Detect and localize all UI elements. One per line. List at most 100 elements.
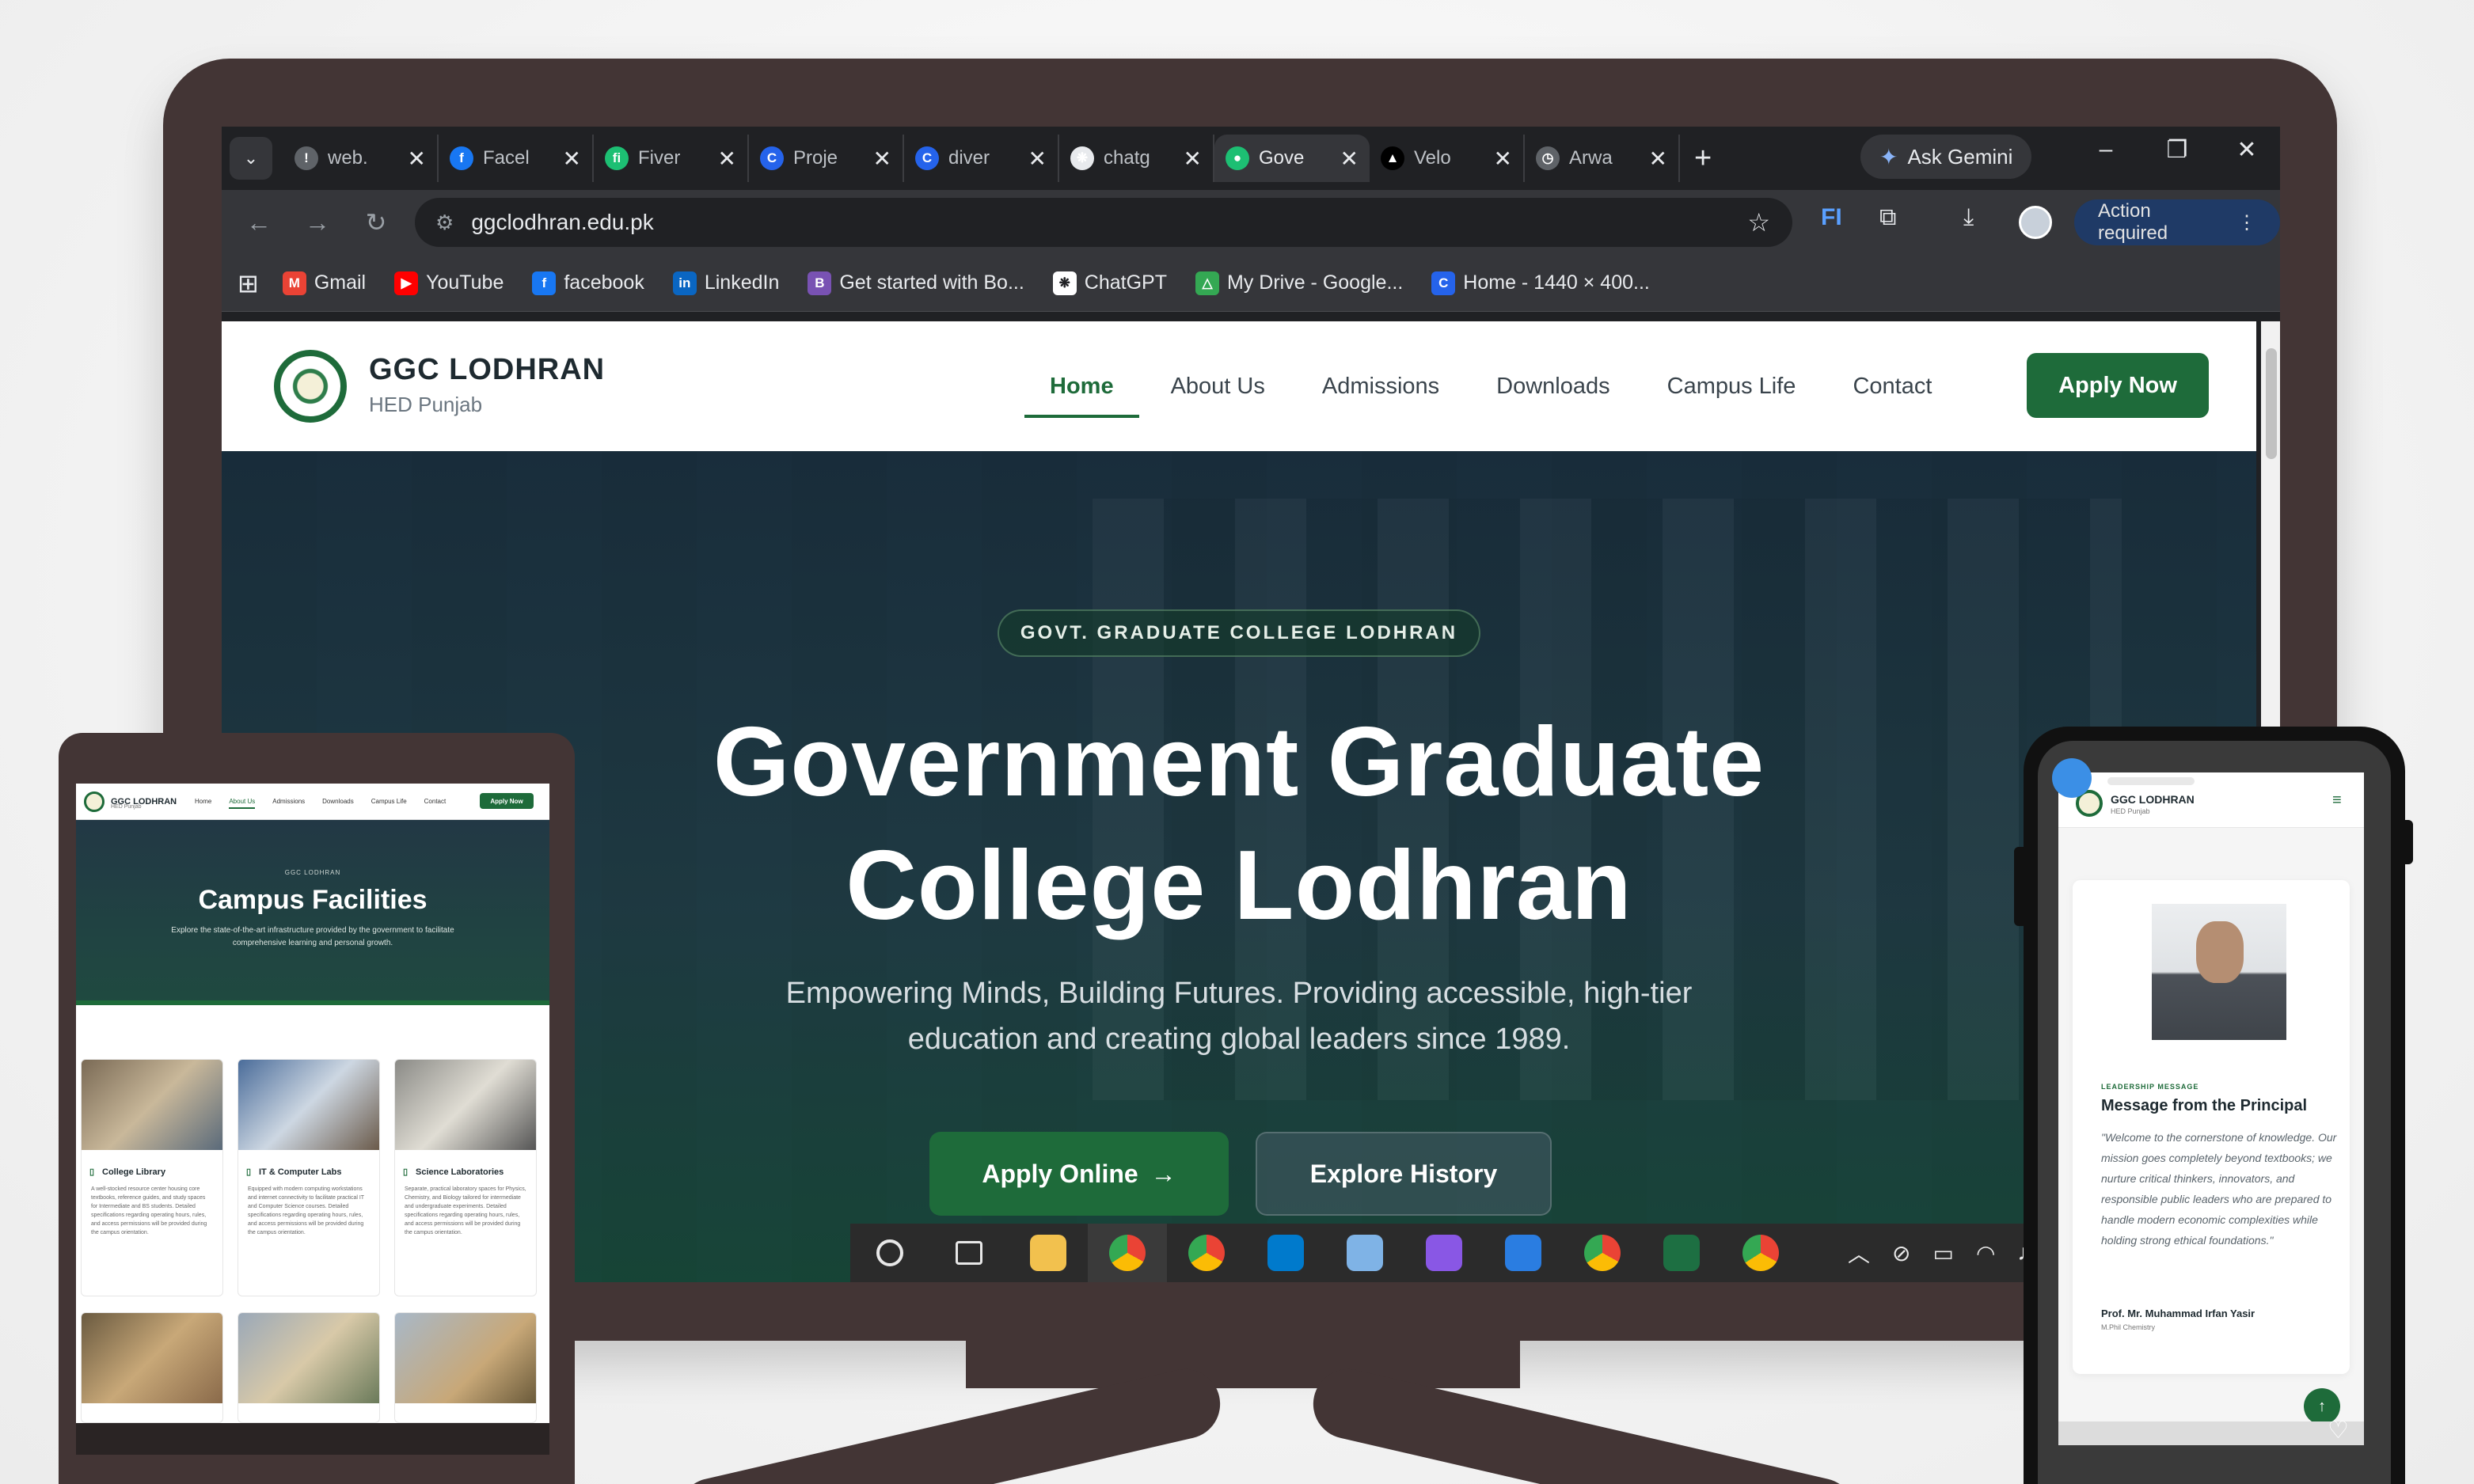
extensions-puzzle-icon[interactable]: ⧉ bbox=[1879, 204, 1896, 231]
tablet-nav-link-home[interactable]: Home bbox=[195, 798, 211, 809]
ask-gemini-button[interactable]: ✦ Ask Gemini bbox=[1860, 135, 2032, 179]
file-explorer-icon bbox=[1030, 1235, 1066, 1271]
apply-now-button[interactable]: Apply Now bbox=[2027, 353, 2209, 418]
address-bar[interactable]: ⚙ ggclodhran.edu.pk ☆ bbox=[415, 198, 1792, 247]
tablet-nav-link-campus-life[interactable]: Campus Life bbox=[371, 798, 407, 809]
browser-tab[interactable]: ● Gove ✕ bbox=[1214, 135, 1370, 182]
taskbar-app[interactable] bbox=[1009, 1224, 1088, 1282]
nav-link-admissions[interactable]: Admissions bbox=[1322, 321, 1439, 451]
tray-wifi-icon[interactable]: ◠ bbox=[1976, 1240, 1995, 1266]
canva-icon: C bbox=[1431, 271, 1456, 295]
phone-status-pill bbox=[2107, 777, 2195, 785]
action-required-button[interactable]: Action required ⋮ bbox=[2074, 199, 2280, 245]
forward-arrow-icon[interactable]: → bbox=[288, 208, 347, 237]
bookmark-star-icon[interactable]: ☆ bbox=[1747, 207, 1770, 237]
facility-card[interactable] bbox=[394, 1312, 537, 1423]
tray-camera-off-icon[interactable]: ⊘ bbox=[1892, 1240, 1910, 1266]
facility-photo bbox=[82, 1313, 222, 1403]
monitor-stand-neck bbox=[966, 1341, 1520, 1388]
taskbar-app[interactable] bbox=[850, 1224, 929, 1282]
tablet-nav-link-downloads[interactable]: Downloads bbox=[322, 798, 354, 809]
tablet-apply-now-button[interactable]: Apply Now bbox=[480, 793, 534, 809]
principal-message-title: Message from the Principal bbox=[2101, 1097, 2308, 1114]
tablet-logo[interactable] bbox=[84, 791, 105, 812]
profile-avatar[interactable] bbox=[2019, 206, 2052, 239]
nav-link-about-us[interactable]: About Us bbox=[1171, 321, 1265, 451]
facility-card[interactable] bbox=[81, 1312, 223, 1423]
tray-battery-icon[interactable]: ▭ bbox=[1932, 1240, 1953, 1266]
bookmark-item[interactable]: ▶ YouTube bbox=[394, 271, 504, 295]
back-arrow-icon[interactable]: ← bbox=[230, 208, 288, 237]
restore-icon[interactable]: ❐ bbox=[2153, 136, 2201, 164]
bookmark-item[interactable]: ❋ ChatGPT bbox=[1052, 271, 1167, 295]
tab-close-icon[interactable]: ✕ bbox=[1494, 146, 1512, 172]
taskbar-app[interactable] bbox=[1563, 1224, 1642, 1282]
download-icon[interactable]: ⤓ bbox=[1963, 204, 1974, 231]
taskbar-app[interactable] bbox=[929, 1224, 1009, 1282]
browser-tab[interactable]: ❋ chatg ✕ bbox=[1059, 135, 1214, 182]
taskbar-app[interactable] bbox=[1721, 1224, 1800, 1282]
nav-link-campus-life[interactable]: Campus Life bbox=[1667, 321, 1796, 451]
tab-close-icon[interactable]: ✕ bbox=[563, 146, 581, 172]
browser-tab[interactable]: ▲ Velo ✕ bbox=[1370, 135, 1525, 182]
explore-history-button[interactable]: Explore History bbox=[1256, 1132, 1552, 1216]
hamburger-menu-icon[interactable]: ≡ bbox=[2332, 791, 2342, 810]
taskbar-app[interactable] bbox=[1246, 1224, 1325, 1282]
bookmark-item[interactable]: C Home - 1440 × 400... bbox=[1431, 271, 1650, 295]
tablet-nav-link-contact[interactable]: Contact bbox=[424, 798, 447, 809]
nav-link-home[interactable]: Home bbox=[1024, 321, 1138, 451]
new-tab-plus-icon[interactable]: + bbox=[1694, 142, 1726, 176]
bookmark-item[interactable]: f facebook bbox=[532, 271, 644, 295]
browser-tab[interactable]: fi Fiver ✕ bbox=[594, 135, 749, 182]
tab-close-icon[interactable]: ✕ bbox=[408, 146, 426, 172]
youtube-icon: ▶ bbox=[394, 271, 419, 295]
browser-tab[interactable]: C Proje ✕ bbox=[749, 135, 904, 182]
tray-chevron-up-icon[interactable]: ︿ bbox=[1848, 1237, 1870, 1269]
apply-online-button[interactable]: Apply Online → bbox=[929, 1132, 1229, 1216]
taskbar-app[interactable] bbox=[1404, 1224, 1484, 1282]
heart-icon[interactable]: ♡ bbox=[2328, 1417, 2349, 1444]
taskbar-app[interactable] bbox=[1642, 1224, 1721, 1282]
chrome-icon bbox=[1584, 1235, 1621, 1271]
taskbar-app[interactable] bbox=[1167, 1224, 1246, 1282]
tab-search-chevron-icon[interactable]: ⌄ bbox=[230, 137, 272, 180]
facility-card[interactable] bbox=[238, 1312, 380, 1423]
tab-title: web. bbox=[328, 147, 368, 169]
taskbar-app[interactable] bbox=[1484, 1224, 1563, 1282]
tab-title: diver bbox=[948, 147, 990, 169]
taskbar-app[interactable] bbox=[1325, 1224, 1404, 1282]
apps-grid-icon[interactable]: ⊞ bbox=[238, 268, 259, 298]
scrollbar-thumb[interactable] bbox=[2266, 348, 2277, 459]
site-settings-icon[interactable]: ⚙ bbox=[435, 211, 454, 235]
taskbar-app[interactable] bbox=[1088, 1224, 1167, 1282]
tablet-nav-link-about-us[interactable]: About Us bbox=[229, 798, 256, 809]
tab-close-icon[interactable]: ✕ bbox=[1184, 146, 1202, 172]
tab-close-icon[interactable]: ✕ bbox=[873, 146, 891, 172]
chrome-profile-icon bbox=[1109, 1235, 1146, 1271]
tab-close-icon[interactable]: ✕ bbox=[718, 146, 736, 172]
facility-card[interactable]: College Library A well-stocked resource c… bbox=[81, 1059, 223, 1296]
browser-tab[interactable]: f Facel ✕ bbox=[439, 135, 594, 182]
phone-side-button bbox=[2014, 847, 2024, 926]
browser-tab[interactable]: ◷ Arwa ✕ bbox=[1525, 135, 1680, 182]
tab-close-icon[interactable]: ✕ bbox=[1649, 146, 1667, 172]
extension-fi-icon[interactable]: FI bbox=[1821, 204, 1842, 231]
browser-tab[interactable]: ! web. ✕ bbox=[283, 135, 439, 182]
tab-close-icon[interactable]: ✕ bbox=[1028, 146, 1047, 172]
tablet-nav-link-admissions[interactable]: Admissions bbox=[272, 798, 305, 809]
facility-card[interactable]: Science Laboratories Separate, practical … bbox=[394, 1059, 537, 1296]
bookmark-item[interactable]: M Gmail bbox=[282, 271, 366, 295]
tab-close-icon[interactable]: ✕ bbox=[1340, 146, 1359, 172]
nav-link-contact[interactable]: Contact bbox=[1853, 321, 1932, 451]
browser-tab[interactable]: Cdiver ✕ bbox=[904, 135, 1059, 182]
college-logo[interactable] bbox=[274, 350, 347, 423]
close-window-icon[interactable]: ✕ bbox=[2223, 136, 2271, 164]
bookmark-item[interactable]: △ My Drive - Google... bbox=[1195, 271, 1403, 295]
tab-title: chatg bbox=[1104, 147, 1150, 169]
minimize-icon[interactable]: – bbox=[2082, 136, 2130, 163]
facility-card[interactable]: IT & Computer Labs Equipped with modern c… bbox=[238, 1059, 380, 1296]
reload-icon[interactable]: ↻ bbox=[347, 207, 405, 237]
bookmark-item[interactable]: B Get started with Bo... bbox=[808, 271, 1024, 295]
nav-link-downloads[interactable]: Downloads bbox=[1496, 321, 1609, 451]
bookmark-item[interactable]: in LinkedIn bbox=[672, 271, 779, 295]
